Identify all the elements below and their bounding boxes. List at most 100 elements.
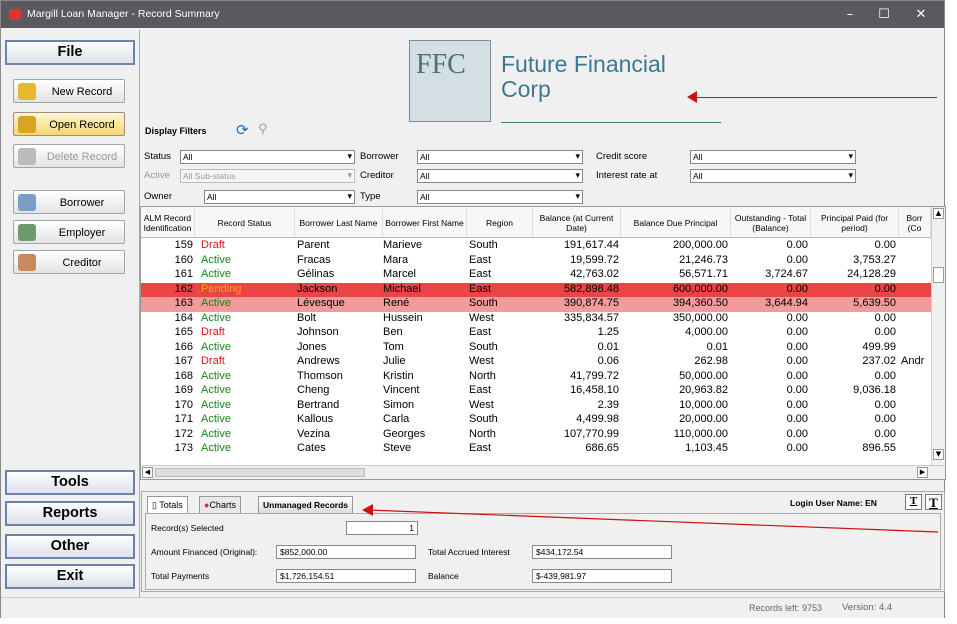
owner-filter-select[interactable]: All — [204, 190, 355, 204]
scroll-right-icon[interactable]: ▶ — [917, 467, 928, 478]
file-menu-button[interactable]: File — [5, 40, 135, 65]
scroll-down-icon[interactable]: ▼ — [933, 449, 944, 460]
new-record-button[interactable]: New Record — [13, 79, 125, 103]
cell-paid: 0.00 — [874, 311, 896, 324]
credit-score-select[interactable]: All — [690, 150, 856, 164]
cell-out: 0.00 — [786, 427, 808, 440]
table-row[interactable]: 161 Active Gélinas Marcel East 42,763.02 56,57… — [141, 268, 931, 283]
employer-button[interactable]: Employer — [13, 220, 125, 244]
col-header-region[interactable]: Region — [467, 208, 533, 237]
vertical-scrollbar[interactable]: ▲ ▼ — [931, 207, 945, 465]
tools-menu-button[interactable]: Tools — [5, 470, 135, 495]
company-name-line2: Corp — [501, 76, 551, 102]
cell-out: 0.00 — [786, 413, 808, 425]
cell-first: Vincent — [383, 384, 420, 396]
cell-last: Andrews — [297, 355, 340, 367]
cell-out: 0.00 — [786, 398, 808, 411]
col-header-balance[interactable]: Balance (at Current Date) — [533, 208, 621, 237]
cell-status: Active — [201, 369, 231, 382]
vertical-scroll-thumb[interactable] — [933, 267, 944, 283]
col-header-principal-paid[interactable]: Principal Paid (for period) — [811, 208, 899, 237]
borrower-button[interactable]: Borrower — [13, 190, 125, 214]
col-header-outstanding[interactable]: Outstanding - Total (Balance) — [731, 208, 811, 237]
interest-rate-select[interactable]: All — [690, 169, 856, 183]
scroll-left-icon[interactable]: ◀ — [142, 467, 153, 478]
cell-bal: 0.01 — [597, 340, 619, 353]
table-row[interactable]: 163 Active Lévesque René South 390,874.75 394,… — [141, 297, 931, 312]
creditor-filter-select[interactable]: All — [417, 169, 583, 183]
cell-id: 169 — [174, 384, 193, 396]
accrued-interest-label: Total Accrued Interest — [428, 547, 510, 557]
cell-id: 159 — [174, 239, 193, 251]
other-menu-button[interactable]: Other — [5, 534, 135, 559]
unmanaged-records-button[interactable]: Unmanaged Records — [258, 496, 354, 514]
table-row[interactable]: 172 Active Vezina Georges North 107,770.99 110… — [141, 428, 931, 443]
scroll-up-icon[interactable]: ▲ — [933, 208, 944, 219]
cell-princ: 200,000.00 — [672, 239, 728, 251]
exit-menu-button[interactable]: Exit — [5, 564, 135, 589]
open-record-button[interactable]: Open Record — [13, 112, 125, 136]
borrower-filter-label: Borrower — [360, 151, 399, 162]
close-button[interactable]: ✕ — [904, 1, 938, 28]
table-row[interactable]: 168 Active Thomson Kristin North 41,799.72 50,… — [141, 370, 931, 385]
tab-totals[interactable]: ▯ Totals — [147, 496, 188, 514]
accrued-interest-value: $434,172.54 — [532, 545, 672, 559]
status-filter-select[interactable]: All — [180, 150, 355, 164]
cell-first: Simon — [383, 398, 415, 411]
cell-id: 160 — [174, 253, 193, 266]
cell-last: Jones — [297, 340, 327, 353]
type-filter-select[interactable]: All — [417, 190, 583, 204]
horizontal-scrollbar[interactable]: ◀ ▶ — [141, 465, 945, 479]
table-row[interactable]: 162 Pending Jackson Michael East 582,898.48 60… — [141, 282, 931, 297]
table-row[interactable]: 173 Active Cates Steve East 686.65 1,103.45 0.0… — [141, 442, 931, 457]
col-header-borrower-co[interactable]: Borr (Co — [899, 208, 931, 237]
cell-princ: 4,000.00 — [685, 326, 728, 338]
open-record-label: Open Record — [49, 119, 115, 131]
cell-last: Parent — [297, 239, 330, 251]
amount-financed-label: Amount Financed (Original): — [151, 547, 258, 557]
table-row[interactable]: 164 Active Bolt Hussein West 335,834.57 350,00… — [141, 312, 931, 327]
table-row[interactable]: 169 Active Cheng Vincent East 16,458.10 20,963… — [141, 384, 931, 399]
tab-charts[interactable]: ●Charts — [199, 496, 241, 514]
table-row[interactable]: 170 Active Bertrand Simon West 2.39 10,000.00 0… — [141, 399, 931, 414]
cell-region: East — [469, 253, 492, 266]
cell-last: Fracas — [297, 253, 331, 266]
table-row[interactable]: 165 Draft Johnson Ben East 1.25 4,000.00 0.00 0.… — [141, 326, 931, 341]
creditor-button[interactable]: Creditor — [13, 250, 125, 274]
horizontal-scroll-thumb[interactable] — [155, 468, 365, 477]
table-row[interactable]: 160 Active Fracas Mara East 19,599.72 21,246.7… — [141, 254, 931, 269]
cell-last: Johnson — [297, 326, 339, 338]
logo-box: FFC — [409, 40, 491, 122]
search-icon[interactable]: ⚲ — [258, 122, 274, 138]
delete-record-button[interactable]: Delete Record — [13, 144, 125, 168]
cell-bal: 19,599.72 — [570, 253, 619, 266]
col-header-last-name[interactable]: Borrower Last Name — [295, 208, 383, 237]
cell-paid: 0.00 — [874, 369, 896, 382]
cell-region: East — [469, 384, 492, 396]
cell-princ: 56,571.71 — [679, 268, 728, 280]
cell-last: Gélinas — [297, 268, 335, 280]
table-row[interactable]: 159 Draft Parent Marieve South 191,617.44 200,… — [141, 239, 931, 254]
active-substatus-select[interactable]: All Sub-status — [180, 169, 355, 183]
delete-record-icon — [18, 148, 36, 165]
table-row[interactable]: 166 Active Jones Tom South 0.01 0.01 0.00 499.99 — [141, 341, 931, 356]
col-header-status[interactable]: Record Status — [195, 208, 295, 237]
col-header-first-name[interactable]: Borrower First Name — [383, 208, 467, 237]
minimize-button[interactable]: – — [833, 1, 867, 28]
table-row[interactable]: 171 Active Kallous Carla South 4,499.98 20,000… — [141, 413, 931, 428]
cell-id: 163 — [174, 297, 193, 309]
cell-status: Active — [201, 384, 231, 396]
new-record-icon — [18, 83, 36, 100]
cell-paid: 24,128.29 — [847, 268, 896, 280]
table-row[interactable]: 167 Draft Andrews Julie West 0.06 262.98 0.00 23… — [141, 355, 931, 370]
maximize-button[interactable]: ☐ — [867, 1, 901, 28]
cell-status: Active — [201, 268, 231, 280]
cell-out: 3,644.94 — [765, 297, 808, 309]
col-header-id[interactable]: ALM Record Identification — [141, 208, 195, 237]
cell-princ: 20,000.00 — [679, 413, 728, 425]
refresh-icon[interactable]: ⟳ — [236, 122, 252, 138]
reports-menu-button[interactable]: Reports — [5, 501, 135, 526]
amount-financed-value: $852,000.00 — [276, 545, 416, 559]
borrower-filter-select[interactable]: All — [417, 150, 583, 164]
col-header-principal[interactable]: Balance Due Principal — [621, 208, 731, 237]
